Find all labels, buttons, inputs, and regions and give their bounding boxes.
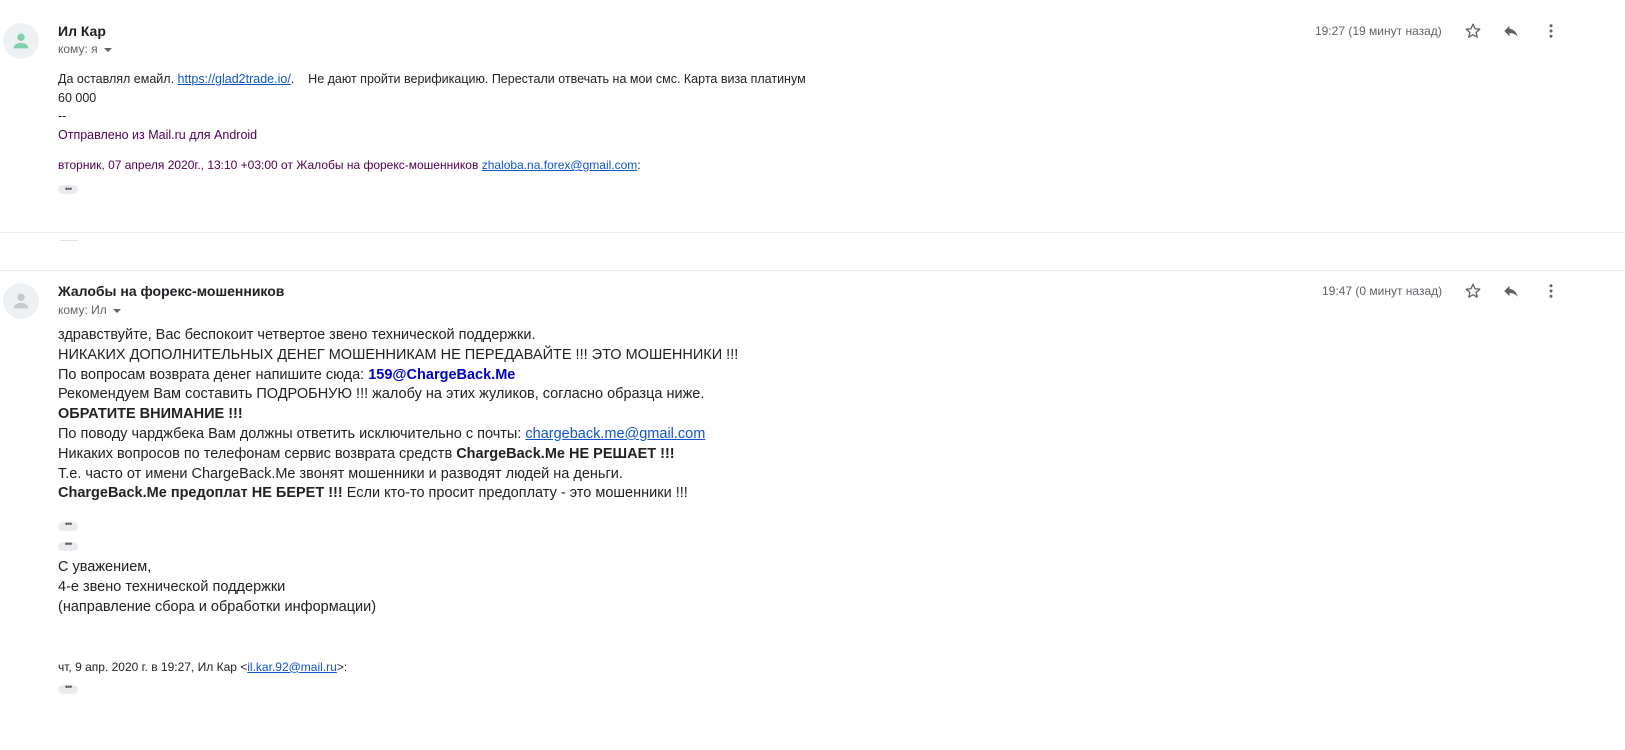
- sent-from-line: Отправлено из Mail.ru для Android: [58, 127, 258, 142]
- chargeback-gmail-link[interactable]: chargeback.me@gmail.com: [525, 426, 705, 442]
- star-icon: [1465, 23, 1481, 38]
- message-time: 19:47 (0 минут назад): [1322, 284, 1443, 298]
- signature-line: С уважением,: [58, 559, 152, 576]
- quote-header-suffix: >:: [336, 659, 348, 674]
- signature-line: (направление сбора и обработки информаци…: [58, 598, 377, 615]
- message-body: Да оставлял емайл. https://glad2trade.io…: [58, 70, 806, 199]
- quote-header-text: чт, 9 апр. 2020 г. в 19:27, Ил Кар <: [58, 659, 248, 674]
- more-vert-icon: [1549, 284, 1553, 298]
- star-button[interactable]: [1462, 280, 1484, 302]
- sender-name[interactable]: Ил Кар: [58, 23, 106, 39]
- signature-dash: --: [58, 109, 67, 123]
- person-icon: [13, 33, 29, 49]
- quote-header-suffix: :: [637, 158, 641, 172]
- bold-text: ChargeBack.Me НЕ РЕШАЕТ !!!: [456, 445, 675, 462]
- show-trimmed-icon[interactable]: [58, 517, 78, 532]
- recipient-label: кому: Ил: [58, 303, 107, 317]
- chargeback-email[interactable]: 159@ChargeBack.Me: [368, 367, 515, 383]
- sender-avatar[interactable]: [3, 283, 39, 319]
- body-line: По вопросам возврата денег напишите сюда…: [58, 366, 738, 386]
- show-trimmed-icon[interactable]: [58, 180, 78, 198]
- amount-line: 60 000: [58, 90, 97, 105]
- quote-email-link[interactable]: zhaloba.na.forex@gmail.com: [482, 158, 638, 172]
- body-line: ChargeBack.Me предоплат НЕ БЕРЕТ !!! Есл…: [58, 484, 738, 504]
- recipient-dropdown[interactable]: кому: Ил: [58, 303, 121, 317]
- quote-email-link[interactable]: il.kar.92@mail.ru: [247, 660, 337, 674]
- divider: [60, 240, 78, 241]
- reply-icon: [1504, 285, 1518, 297]
- quote-header-text: вторник, 07 апреля 2020г., 13:10 +03:00 …: [58, 158, 482, 172]
- body-line: Т.е. часто от имени ChargeBack.Me звонят…: [58, 465, 623, 482]
- more-button[interactable]: [1540, 280, 1562, 302]
- body-text: Если кто-то просит предоплату - это моше…: [342, 485, 688, 502]
- body-text: Никаких вопросов по телефонам сервис воз…: [58, 445, 457, 462]
- message-body: здравствуйте, Вас беспокоит четвертое зв…: [58, 326, 738, 697]
- chevron-down-icon: [112, 308, 121, 313]
- body-line: Никаких вопросов по телефонам сервис воз…: [58, 445, 738, 465]
- body-text: По поводу чарджбека Вам должны ответить …: [58, 425, 526, 442]
- star-button[interactable]: [1462, 20, 1484, 42]
- body-line: здравствуйте, Вас беспокоит четвертое зв…: [58, 327, 536, 343]
- bold-text: ChargeBack.Me предоплат НЕ БЕРЕТ !!!: [58, 485, 343, 502]
- body-text: . Не дают пройти верификацию. Перестали …: [290, 72, 806, 86]
- body-text: Да оставлял емайл.: [58, 72, 178, 86]
- warning-line: НИКАКИХ ДОПОЛНИТЕЛЬНЫХ ДЕНЕГ МОШЕННИКАМ …: [58, 346, 739, 363]
- quote-header: вторник, 07 апреля 2020г., 13:10 +03:00 …: [58, 156, 806, 175]
- sender-name[interactable]: Жалобы на форекс-мошенников: [58, 283, 284, 299]
- more-vert-icon: [1549, 24, 1553, 38]
- sender-avatar[interactable]: [3, 23, 39, 59]
- message-time: 19:27 (19 минут назад): [1315, 24, 1442, 38]
- quote-header: чт, 9 апр. 2020 г. в 19:27, Ил Кар <il.k…: [58, 658, 738, 678]
- reply-button[interactable]: [1500, 280, 1522, 302]
- reply-button[interactable]: [1500, 20, 1522, 42]
- signature-line: 4-е звено технической поддержки: [58, 578, 286, 595]
- show-trimmed-icon[interactable]: [58, 680, 78, 695]
- recipient-label: кому: я: [58, 42, 98, 56]
- body-text: По вопросам возврата денег напишите сюда…: [58, 366, 369, 383]
- link-glad2trade[interactable]: https://glad2trade.io/: [178, 72, 291, 86]
- person-icon: [13, 293, 29, 309]
- message-1: Ил Кар кому: я 19:27 (19 минут назад) Да…: [0, 0, 1625, 233]
- reply-icon: [1504, 25, 1518, 37]
- body-line: По поводу чарджбека Вам должны ответить …: [58, 425, 738, 445]
- show-trimmed-icon[interactable]: [58, 537, 78, 552]
- recipient-dropdown[interactable]: кому: я: [58, 42, 112, 56]
- body-line: Да оставлял емайл. https://glad2trade.io…: [58, 70, 806, 89]
- body-line: Рекомендуем Вам составить ПОДРОБНУЮ !!! …: [58, 386, 705, 403]
- chevron-down-icon: [103, 47, 112, 52]
- star-icon: [1465, 283, 1481, 298]
- more-button[interactable]: [1540, 20, 1562, 42]
- attention-line: ОБРАТИТЕ ВНИМАНИЕ !!!: [58, 406, 243, 423]
